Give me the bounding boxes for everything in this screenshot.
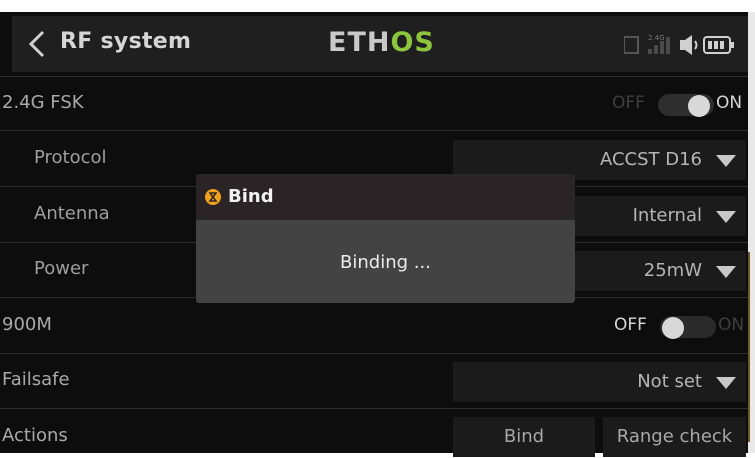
m900-toggle[interactable]: OFF ON bbox=[614, 313, 746, 341]
fsk-label: 2.4G FSK bbox=[2, 92, 84, 113]
range-check-button[interactable]: Range check bbox=[603, 417, 746, 457]
bezel-accent bbox=[748, 252, 750, 442]
fsk-toggle-knob bbox=[688, 95, 710, 117]
rf-band-label: 2.4G bbox=[648, 34, 665, 42]
row-actions: Actions Bind Range check bbox=[0, 409, 748, 457]
sdcard-icon bbox=[623, 36, 639, 54]
m900-off-label: OFF bbox=[614, 315, 647, 335]
dialog-title: Bind bbox=[228, 186, 274, 207]
dialog-message: Binding ... bbox=[340, 252, 431, 273]
m900-toggle-knob bbox=[662, 317, 684, 339]
signal-icon: 2.4G bbox=[648, 34, 670, 54]
rf-system-screen: RF system ETHOS 2.4G 2.4G FSK OFF ON Pro… bbox=[0, 0, 755, 458]
antenna-value: Internal bbox=[632, 205, 702, 226]
bezel-right bbox=[748, 12, 755, 453]
logo-text-eth: ETH bbox=[328, 27, 391, 58]
bezel-top bbox=[0, 0, 755, 12]
actions-label: Actions bbox=[2, 425, 68, 446]
bind-button[interactable]: Bind bbox=[453, 417, 595, 457]
hourglass-icon bbox=[205, 189, 221, 205]
antenna-label: Antenna bbox=[34, 203, 110, 224]
row-900m: 900M OFF ON bbox=[0, 299, 748, 354]
fsk-off-label: OFF bbox=[612, 93, 645, 113]
status-icons: 2.4G bbox=[623, 32, 744, 58]
m900-label: 900M bbox=[2, 314, 52, 335]
failsafe-dropdown[interactable]: Not set bbox=[453, 362, 746, 402]
m900-toggle-track bbox=[660, 316, 716, 339]
ethos-logo: ETHOS bbox=[328, 27, 435, 59]
fsk-toggle-track bbox=[658, 94, 714, 117]
logo-text-os: OS bbox=[390, 27, 435, 58]
fsk-toggle[interactable]: OFF ON bbox=[612, 91, 746, 119]
bind-dialog: Bind Binding ... bbox=[196, 174, 575, 303]
row-failsafe: Failsafe Not set bbox=[0, 354, 748, 409]
power-label: Power bbox=[34, 258, 89, 279]
protocol-value: ACCST D16 bbox=[599, 149, 702, 170]
page-title: RF system bbox=[60, 29, 192, 54]
failsafe-chevron-down-icon bbox=[716, 377, 736, 389]
fsk-on-label: ON bbox=[716, 93, 743, 113]
power-chevron-down-icon bbox=[716, 266, 736, 278]
protocol-label: Protocol bbox=[34, 147, 107, 168]
failsafe-value: Not set bbox=[637, 371, 702, 392]
row-fsk: 2.4G FSK OFF ON bbox=[0, 76, 748, 131]
back-chevron-icon[interactable] bbox=[26, 28, 48, 60]
protocol-chevron-down-icon bbox=[716, 155, 736, 167]
dialog-header: Bind bbox=[196, 174, 575, 220]
speaker-icon bbox=[680, 35, 698, 55]
battery-icon bbox=[703, 36, 734, 54]
title-bar: RF system ETHOS 2.4G bbox=[12, 16, 748, 72]
power-value: 25mW bbox=[643, 260, 702, 281]
failsafe-label: Failsafe bbox=[2, 369, 70, 390]
antenna-chevron-down-icon bbox=[716, 211, 736, 223]
m900-on-label: ON bbox=[718, 315, 745, 335]
